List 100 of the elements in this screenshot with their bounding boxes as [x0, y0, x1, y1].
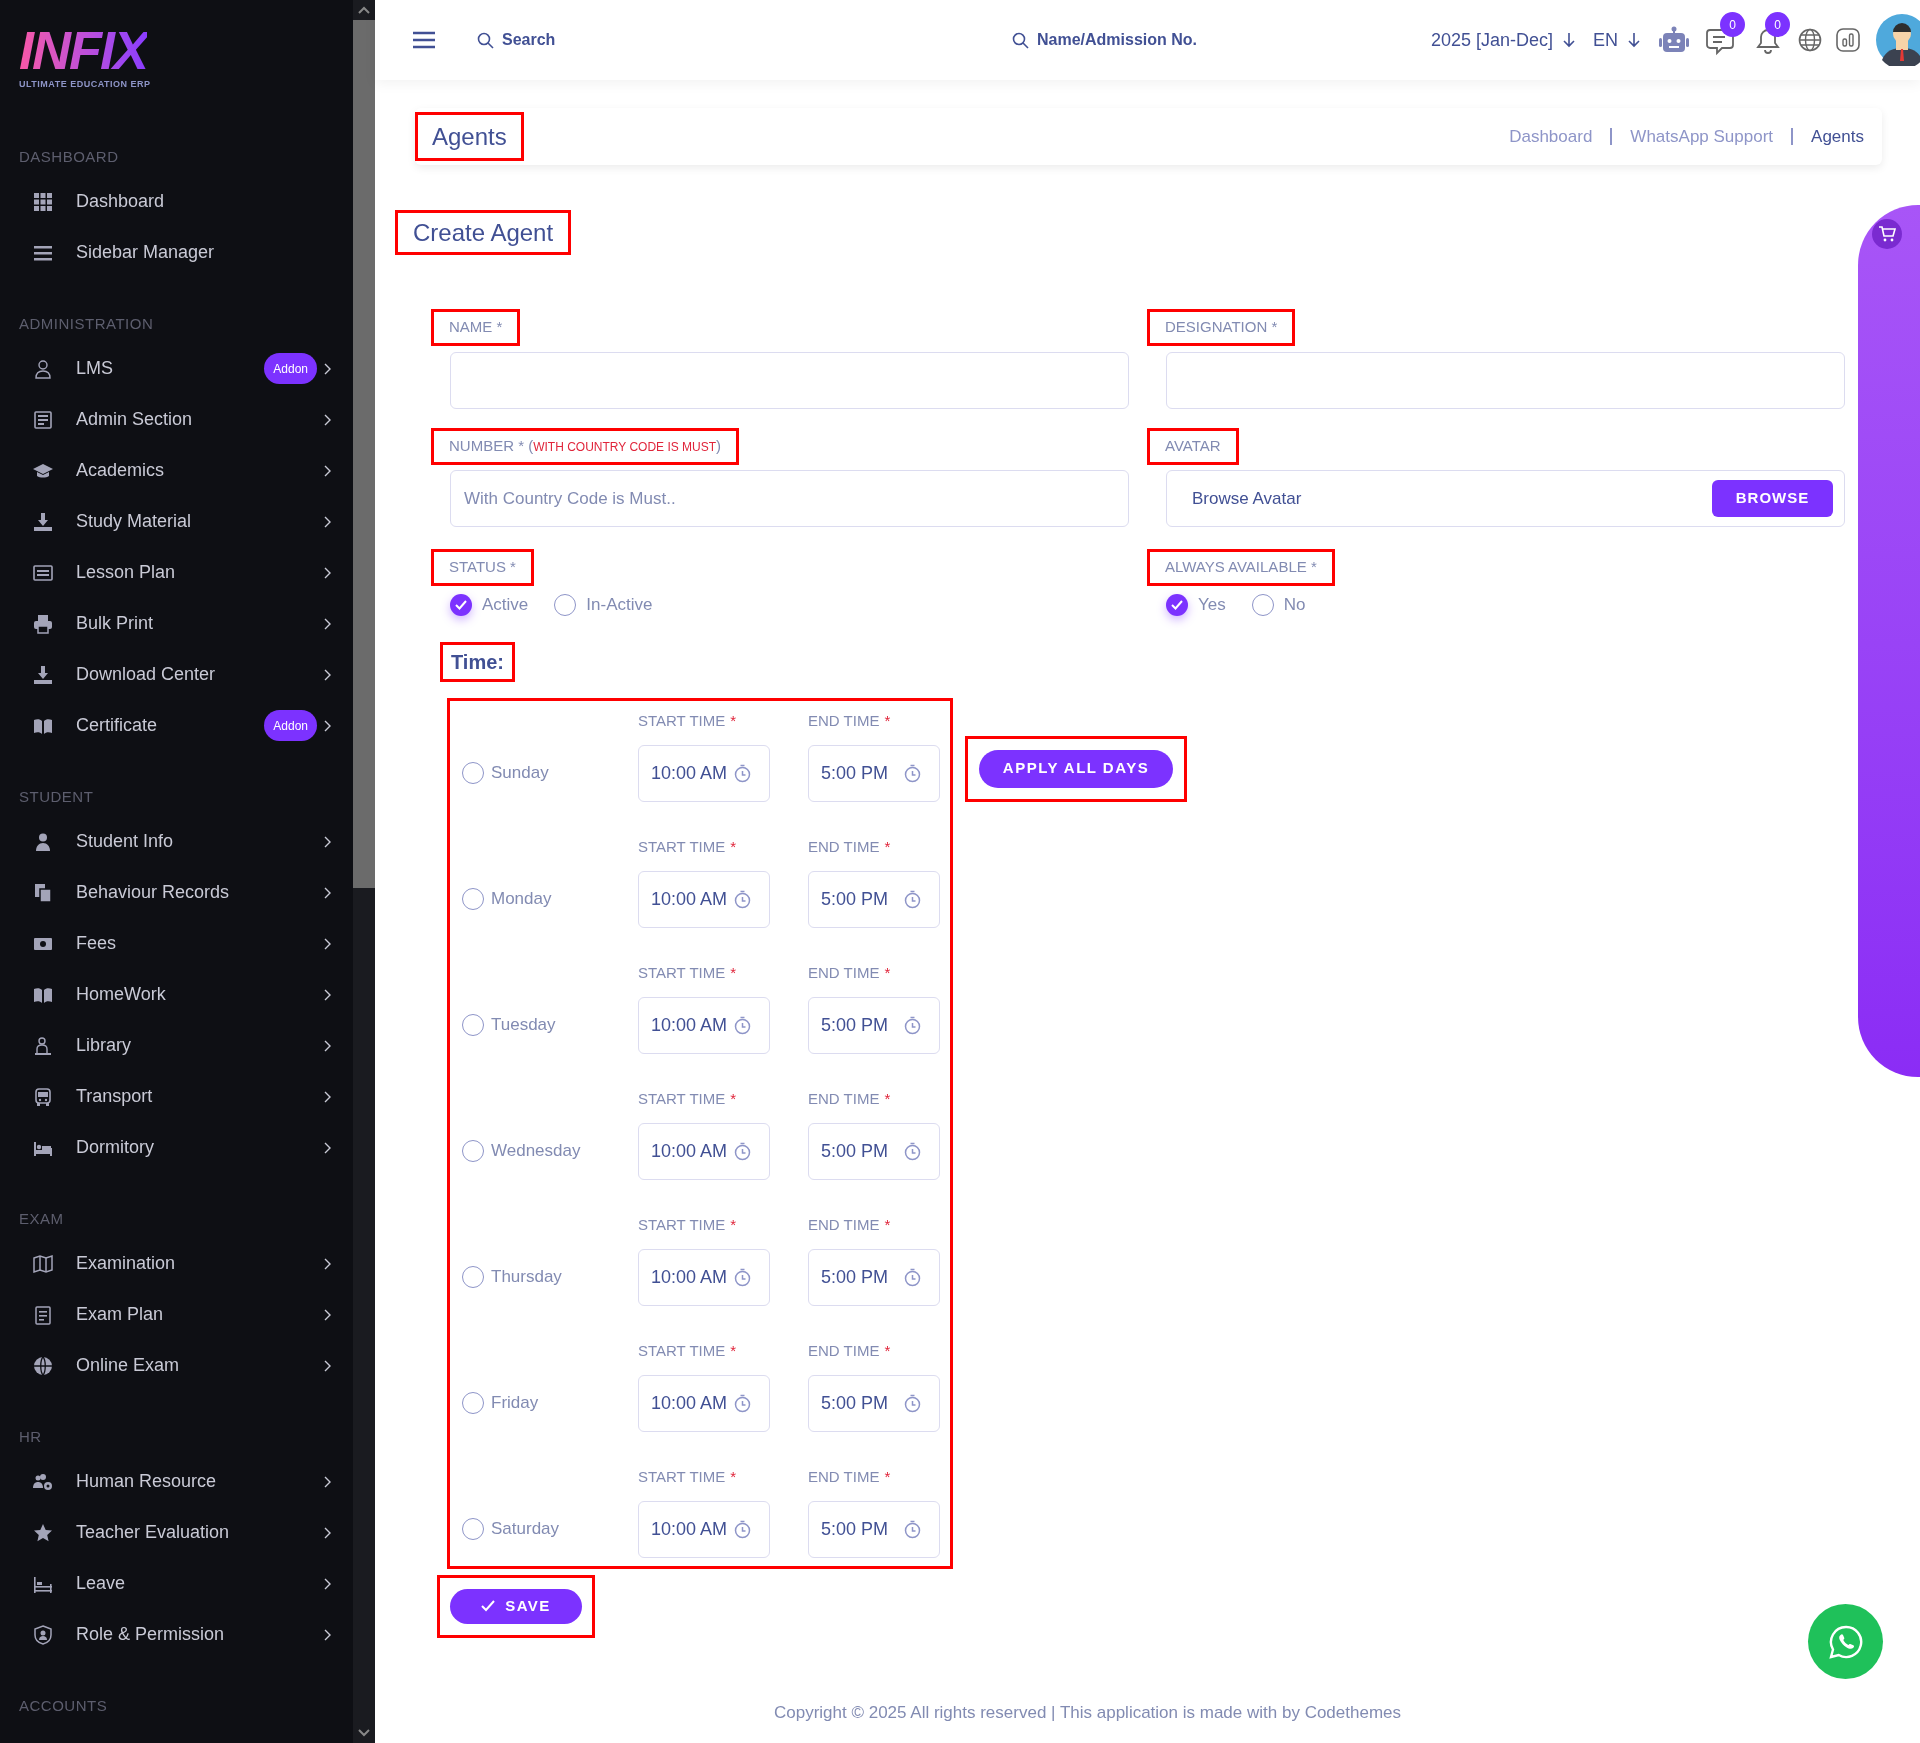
- number-input[interactable]: With Country Code is Must..: [450, 470, 1129, 527]
- sidebar-item[interactable]: Certificate Addon: [0, 700, 353, 751]
- radio-button[interactable]: [1166, 593, 1188, 616]
- time-label: END TIME *: [808, 711, 892, 732]
- time-label: START TIME *: [638, 711, 738, 732]
- robot-icon[interactable]: [1658, 26, 1690, 54]
- sidebar-item[interactable]: Teacher Evaluation: [0, 1507, 353, 1558]
- sidebar-section-heading: HR: [19, 1426, 42, 1447]
- time-field[interactable]: 5:00 PM: [808, 870, 940, 928]
- sidebar-item[interactable]: LMS Addon: [0, 343, 353, 394]
- sidebar-item[interactable]: Lesson Plan: [0, 547, 353, 598]
- time-label: END TIME *: [808, 1215, 892, 1236]
- time-field[interactable]: 5:00 PM: [808, 1122, 940, 1180]
- time-field[interactable]: 5:00 PM: [808, 1248, 940, 1306]
- apply-all-days-button[interactable]: APPLY ALL DAYS: [979, 749, 1173, 788]
- sidebar-item[interactable]: Behaviour Records: [0, 867, 353, 918]
- sidebar-item[interactable]: Dashboard: [0, 176, 353, 227]
- sidebar-item[interactable]: Fees: [0, 918, 353, 969]
- check-icon: [455, 599, 467, 610]
- radio-option[interactable]: No: [1251, 592, 1306, 618]
- arrow-down-icon: [1628, 32, 1640, 48]
- time-field[interactable]: 10:00 AM: [638, 870, 770, 928]
- sidebar-item[interactable]: Student Info: [0, 816, 353, 867]
- designation-input[interactable]: [1166, 352, 1845, 409]
- field-label: NUMBER * (WITH COUNTRY CODE IS MUST): [431, 428, 740, 465]
- sidebar-item[interactable]: Download Center: [0, 649, 353, 700]
- menu-icon[interactable]: [413, 31, 435, 49]
- notification-count-badge: 0: [1765, 12, 1790, 37]
- clock-icon: [734, 1267, 751, 1287]
- time-field[interactable]: 5:00 PM: [808, 744, 940, 802]
- sidebar-section-heading: ADMINISTRATION: [19, 313, 154, 334]
- sidebar-item[interactable]: Sidebar Manager: [0, 227, 353, 278]
- session-dropdown[interactable]: 2025 [Jan-Dec]: [1430, 26, 1575, 54]
- sidebar-item[interactable]: Academics: [0, 445, 353, 496]
- time-label: START TIME *: [638, 963, 738, 984]
- field-label: STATUS *: [431, 549, 534, 586]
- time-label: END TIME *: [808, 837, 892, 858]
- sidebar-item[interactable]: Dormitory: [0, 1122, 353, 1173]
- breadcrumb-link[interactable]: Agents: [1811, 123, 1864, 150]
- scroll-down-icon[interactable]: [357, 1728, 371, 1738]
- time-field[interactable]: 10:00 AM: [638, 1374, 770, 1432]
- sidebar-section-heading: ACCOUNTS: [19, 1695, 108, 1716]
- time-field[interactable]: 10:00 AM: [638, 1122, 770, 1180]
- addon-badge: Addon: [264, 353, 317, 384]
- time-field[interactable]: 10:00 AM: [638, 996, 770, 1054]
- globe-icon[interactable]: [1798, 28, 1822, 52]
- scrollbar-thumb[interactable]: [353, 20, 375, 888]
- sidebar-item[interactable]: Examination: [0, 1238, 353, 1289]
- sidebar-item[interactable]: Role & Permission: [0, 1609, 353, 1660]
- sidebar-section-heading: EXAM: [19, 1208, 64, 1229]
- sidebar-item[interactable]: Human Resource: [0, 1456, 353, 1507]
- clock-icon: [904, 1267, 921, 1287]
- printer-icon: [33, 613, 53, 634]
- arrow-down-icon: [1563, 32, 1575, 48]
- time-field[interactable]: 10:00 AM: [638, 1500, 770, 1558]
- form-title: Create Agent: [395, 210, 572, 255]
- chart-icon[interactable]: [1836, 28, 1860, 52]
- language-dropdown[interactable]: EN: [1593, 26, 1640, 54]
- sidebar-item[interactable]: Leave: [0, 1558, 353, 1609]
- sidebar-item[interactable]: Library: [0, 1020, 353, 1071]
- chat-icon[interactable]: [1706, 27, 1734, 57]
- sidebar-item[interactable]: Online Exam: [0, 1340, 353, 1391]
- list-icon: [33, 562, 53, 583]
- time-heading: Time:: [440, 641, 515, 682]
- radio-button[interactable]: [450, 593, 472, 616]
- time-field[interactable]: 10:00 AM: [638, 1248, 770, 1306]
- avatar-file-field[interactable]: Browse Avatar BROWSE: [1166, 470, 1845, 527]
- avatar[interactable]: [1876, 14, 1920, 66]
- time-field[interactable]: 5:00 PM: [808, 1374, 940, 1432]
- download-icon: [33, 664, 53, 685]
- scrollbar[interactable]: [353, 0, 375, 1743]
- time-field[interactable]: 10:00 AM: [638, 744, 770, 802]
- sidebar-item[interactable]: Transport: [0, 1071, 353, 1122]
- clock-icon: [734, 1141, 751, 1161]
- clock-icon: [904, 1141, 921, 1161]
- clock-icon: [904, 1519, 921, 1539]
- time-field[interactable]: 5:00 PM: [808, 1500, 940, 1558]
- sidebar-item[interactable]: Admin Section: [0, 394, 353, 445]
- sidebar-item[interactable]: Bulk Print: [0, 598, 353, 649]
- time-field[interactable]: 5:00 PM: [808, 996, 940, 1054]
- search-field[interactable]: Search: [502, 28, 612, 52]
- document-icon: [33, 409, 53, 430]
- sidebar-item[interactable]: HomeWork: [0, 969, 353, 1020]
- student-search-field[interactable]: Name/Admission No.: [1037, 28, 1212, 52]
- sidebar-item[interactable]: Exam Plan: [0, 1289, 353, 1340]
- clock-icon: [734, 1393, 751, 1413]
- save-button[interactable]: SAVE: [450, 1588, 582, 1624]
- browse-button[interactable]: BROWSE: [1712, 480, 1833, 517]
- clock-icon: [734, 889, 751, 909]
- message-count-badge: 0: [1720, 12, 1745, 37]
- sidebar-section-heading: DASHBOARD: [19, 146, 119, 167]
- time-label: START TIME *: [638, 1089, 738, 1110]
- grid-icon: [33, 191, 53, 212]
- scroll-up-icon[interactable]: [357, 5, 371, 15]
- time-label: END TIME *: [808, 963, 892, 984]
- time-label: START TIME *: [638, 1467, 738, 1488]
- sidebar-item[interactable]: Study Material: [0, 496, 353, 547]
- sidebar-section-heading: STUDENT: [19, 786, 94, 807]
- person-icon: [33, 358, 53, 379]
- name-input[interactable]: [450, 352, 1129, 409]
